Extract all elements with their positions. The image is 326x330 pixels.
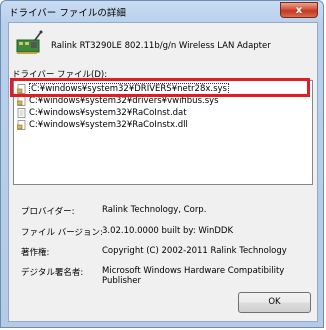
dialog-client-area: Ralink RT3290LE 802.11b/g/n Wireless LAN… [8,22,318,322]
window-title: ドライバー ファイルの詳細 [9,8,126,19]
provider-value: Ralink Technology, Corp. [102,205,207,215]
copyright-label: 著作権: [21,248,50,258]
file-version-value: 3.02.10.0000 built by: WinDDK [102,226,234,236]
provider-label: プロバイダー: [21,207,75,217]
network-adapter-icon [16,30,43,54]
copyright-value: Copyright (C) 2002-2011 Ralink Technolog… [102,246,287,256]
driver-file-icon [17,96,26,106]
file-path: C:¥windows¥system32¥RaCoInst.dat [29,108,187,118]
file-icon [17,108,26,118]
file-path: C:¥windows¥system32¥drivers¥vwifibus.sys [29,96,219,106]
list-item[interactable]: C:¥windows¥system32¥RaCoInst.dat [15,107,311,119]
device-name: Ralink RT3290LE 802.11b/g/n Wireless LAN… [51,41,271,51]
list-item[interactable]: C:¥windows¥system32¥RaCoInstx.dll [15,119,311,131]
driver-file-icon [17,120,26,130]
close-button[interactable]: x [280,2,318,18]
dialog-window: ドライバー ファイルの詳細 x Ralink RT3290LE 802.11b/… [0,0,324,328]
digital-signer-value: Microsoft Windows Hardware Compatibility… [102,266,285,286]
digital-signer-label: デジタル署名者: [21,268,84,278]
ok-button[interactable]: OK [238,292,311,313]
close-icon: x [295,5,303,16]
file-path: C:¥windows¥system32¥RaCoInstx.dll [29,120,188,130]
selection-highlight-box [10,78,310,97]
file-version-label: ファイル バージョン: [21,228,103,238]
